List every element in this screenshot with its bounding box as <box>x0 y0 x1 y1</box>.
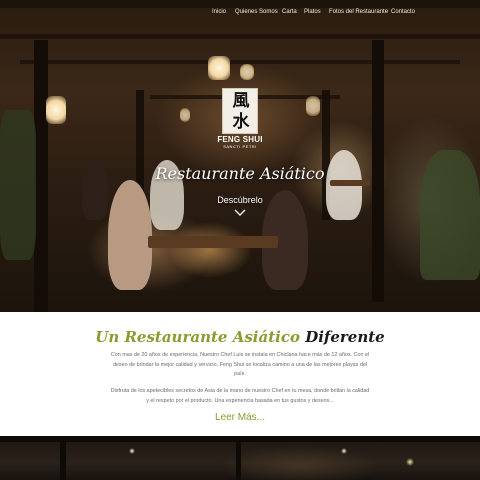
logo-glyph-wind: 風 <box>232 91 250 111</box>
nav-item-carta[interactable]: Carta <box>282 9 297 15</box>
lantern <box>46 96 66 124</box>
chevron-down-icon[interactable] <box>234 208 246 218</box>
nav-item-contacto[interactable]: Contacto <box>391 9 415 15</box>
pergola-beam <box>20 60 460 64</box>
hero-banner: Inicio Quienes Somos Carta Platos Fotos … <box>0 0 480 312</box>
pergola-beam <box>0 0 480 8</box>
hero-title: Restaurante Asiático <box>155 164 325 183</box>
logo-subtitle: SANCTI PETRI <box>223 144 257 149</box>
plant <box>0 110 36 260</box>
intro-title-dark: Diferente <box>305 328 385 346</box>
intro-section: Un Restaurante Asiático Diferente Con ma… <box>0 312 480 436</box>
intro-title-accent: Un Restaurante Asiático <box>95 328 300 346</box>
dining-table <box>148 236 278 248</box>
nav-item-fotos[interactable]: Fotos del Restaurante <box>329 9 388 15</box>
lantern <box>180 108 190 122</box>
pergola-beam <box>236 442 241 480</box>
nav-item-quienes-somos[interactable]: Quienes Somos <box>235 9 278 15</box>
pergola-beam <box>0 34 480 39</box>
intro-paragraph: Disfruta de los apetecibles secretos de … <box>110 388 370 404</box>
logo-glyph-water: 水 <box>232 112 250 132</box>
brand-logo[interactable]: 風 水 FENG SHUI SANCTI PETRI <box>217 88 262 149</box>
lantern <box>306 96 320 116</box>
nav-item-inicio[interactable]: Inicio <box>212 9 226 15</box>
read-more-link[interactable]: Leer Más... <box>0 412 480 423</box>
lantern <box>208 56 230 80</box>
logo-name: FENG SHUI <box>217 135 263 144</box>
nav-item-platos[interactable]: Platos <box>304 9 321 15</box>
discover-link[interactable]: Descúbrelo <box>0 195 480 205</box>
intro-paragraph: Con mas de 20 años de experiencia, Nuest… <box>110 352 370 377</box>
gallery-strip <box>0 436 480 480</box>
pergola-beam <box>60 442 66 480</box>
lantern <box>240 64 254 80</box>
main-nav: Inicio Quienes Somos Carta Platos Fotos … <box>0 9 480 23</box>
intro-title: Un Restaurante Asiático Diferente <box>0 328 480 346</box>
logo-emblem: 風 水 <box>222 88 258 134</box>
